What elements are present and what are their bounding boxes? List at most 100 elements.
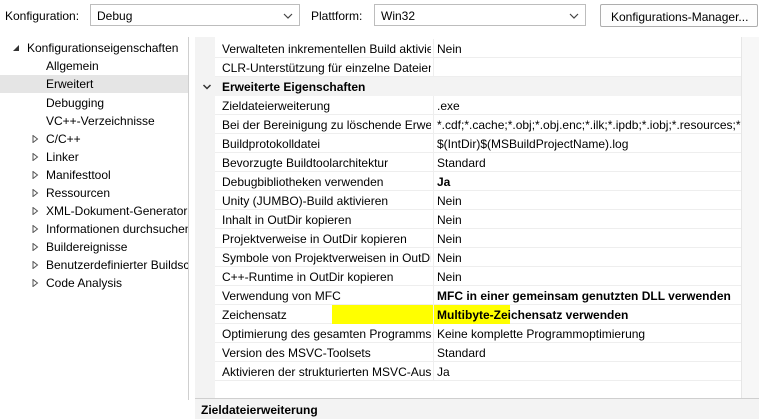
column-separator: [433, 210, 434, 229]
tree-node-label: VC++-Verzeichnisse: [46, 114, 155, 128]
property-value: Keine komplette Programmoptimierung: [437, 327, 646, 341]
property-value: Nein: [437, 251, 462, 265]
tree-node-label: Debugging: [46, 96, 105, 110]
configuration-dropdown[interactable]: Debug: [90, 4, 300, 26]
property-row[interactable]: Verwalteten inkrementellen Build aktivie…: [215, 39, 741, 58]
platform-value: Win32: [381, 9, 416, 23]
property-name: Projektverweise in OutDir kopieren: [222, 232, 407, 246]
column-separator: [433, 58, 434, 77]
property-row[interactable]: Aktivieren der strukturierten MSVC-Ausga…: [215, 362, 741, 381]
column-separator: [433, 115, 434, 134]
tree-node-label: Allgemein: [46, 59, 99, 73]
tree-node-label: Benutzerdefinierter Buildschritt: [46, 258, 188, 272]
tree-node-label: C/C++: [46, 132, 81, 146]
collapsed-triangle-icon: [32, 189, 39, 197]
property-value: Nein: [437, 194, 462, 208]
tree-node-label: Manifesttool: [46, 168, 111, 182]
tree-node-informationen-durchsuchen[interactable]: Informationen durchsuchen: [0, 220, 188, 238]
property-value: Nein: [437, 42, 462, 56]
expanded-triangle-icon: [13, 45, 19, 51]
column-separator: [433, 96, 434, 115]
column-separator: [433, 39, 434, 58]
vertical-scrollbar[interactable]: [741, 37, 759, 398]
property-row[interactable]: Verwendung von MFC MFC in einer gemeinsa…: [215, 286, 741, 305]
column-separator: [433, 229, 434, 248]
property-name: Verwalteten inkrementellen Build aktivie…: [222, 42, 431, 56]
property-row[interactable]: Projektverweise in OutDir kopieren Nein: [215, 229, 741, 248]
configuration-manager-button[interactable]: Konfigurations-Manager...: [600, 4, 758, 27]
platform-dropdown[interactable]: Win32: [374, 4, 586, 26]
property-value: Ja: [437, 175, 451, 189]
property-value: MFC in einer gemeinsam genutzten DLL ver…: [437, 289, 731, 303]
column-separator: [433, 248, 434, 267]
tree-node-linker[interactable]: Linker: [0, 148, 188, 166]
category-header[interactable]: Erweiterte Eigenschaften: [195, 77, 741, 96]
tree-node-code-analysis[interactable]: Code Analysis: [0, 274, 188, 292]
collapsed-triangle-icon: [32, 261, 39, 269]
property-row[interactable]: C++-Runtime in OutDir kopieren Nein: [215, 267, 741, 286]
collapsed-triangle-icon: [32, 135, 39, 143]
tree-node-erweitert[interactable]: Erweitert: [0, 75, 188, 93]
property-tree: Konfigurationseigenschaften Allgemein Er…: [0, 37, 188, 419]
property-row[interactable]: Version des MSVC-Toolsets Standard: [215, 343, 741, 362]
tree-node-ressourcen[interactable]: Ressourcen: [0, 184, 188, 202]
property-row[interactable]: Zieldateierweiterung .exe: [215, 96, 741, 115]
collapsed-triangle-icon: [32, 243, 39, 251]
collapsed-triangle-icon: [32, 207, 39, 215]
tree-node-manifesttool[interactable]: Manifesttool: [0, 166, 188, 184]
property-value: Standard: [437, 156, 486, 170]
tree-node-label: Code Analysis: [46, 276, 123, 290]
property-grid: Verwalteten inkrementellen Build aktivie…: [195, 37, 759, 398]
tree-node-allgemein[interactable]: Allgemein: [0, 57, 188, 75]
category-title: Erweiterte Eigenschaften: [222, 80, 366, 94]
toolbar: Konfiguration: Debug Plattform: Win32 Ko…: [0, 0, 759, 31]
tree-node-label: Ressourcen: [46, 186, 111, 200]
property-name: Debugbibliotheken verwenden: [222, 175, 384, 189]
tree-node-buildereignisse[interactable]: Buildereignisse: [0, 238, 188, 256]
tree-node-vc-verzeichnisse[interactable]: VC++-Verzeichnisse: [0, 112, 188, 130]
property-value: Nein: [437, 270, 462, 284]
property-value: Multibyte-Zeichensatz verwenden: [437, 308, 629, 322]
tree-node-cpp[interactable]: C/C++: [0, 130, 188, 148]
property-name: Optimierung des gesamten Programms: [222, 327, 431, 341]
property-name: Buildprotokolldatei: [222, 137, 321, 151]
property-row[interactable]: Inhalt in OutDir kopieren Nein: [215, 210, 741, 229]
property-row[interactable]: Symbole von Projektverweisen in OutDir k…: [215, 248, 741, 267]
tree-node-label: XML-Dokument-Generator: [46, 204, 188, 218]
tree-node-root[interactable]: Konfigurationseigenschaften: [0, 39, 188, 57]
property-row[interactable]: Unity (JUMBO)-Build aktivieren Nein: [215, 191, 741, 210]
property-name: Aktivieren der strukturierten MSVC-Ausga…: [222, 365, 431, 379]
description-title: Zieldateierweiterung: [201, 403, 318, 417]
column-separator: [433, 343, 434, 362]
property-row[interactable]: Optimierung des gesamten Programms Keine…: [215, 324, 741, 343]
property-row[interactable]: Buildprotokolldatei $(IntDir)$(MSBuildPr…: [215, 134, 741, 153]
column-separator: [433, 286, 434, 305]
property-row[interactable]: CLR-Unterstützung für einzelne Dateien: [215, 58, 741, 77]
tree-node-debugging[interactable]: Debugging: [0, 94, 188, 112]
property-name: C++-Runtime in OutDir kopieren: [222, 270, 394, 284]
property-row[interactable]: Bevorzugte Buildtoolarchitektur Standard: [215, 153, 741, 172]
property-name: Inhalt in OutDir kopieren: [222, 213, 352, 227]
column-separator: [433, 153, 434, 172]
property-name: Symbole von Projektverweisen in OutDir k…: [222, 251, 431, 265]
property-value: Ja: [437, 365, 450, 379]
pane-divider[interactable]: [188, 37, 189, 400]
column-separator: [433, 362, 434, 381]
collapsed-triangle-icon: [32, 279, 39, 287]
column-separator: [433, 134, 434, 153]
platform-label: Plattform:: [311, 9, 363, 23]
chevron-down-icon: [202, 84, 212, 90]
tree-node-label: Linker: [46, 150, 79, 164]
configuration-manager-label: Konfigurations-Manager...: [611, 10, 749, 24]
property-row[interactable]: Debugbibliotheken verwenden Ja: [215, 172, 741, 191]
property-value: $(IntDir)$(MSBuildProjectName).log: [437, 137, 629, 151]
column-separator: [433, 305, 434, 324]
tree-node-benutzerdefinierter-buildschritt[interactable]: Benutzerdefinierter Buildschritt: [0, 256, 188, 274]
property-row-zeichensatz[interactable]: Zeichensatz Multibyte-Zeichensatz verwen…: [215, 305, 741, 324]
tree-node-label: Konfigurationseigenschaften: [27, 41, 179, 55]
property-row[interactable]: Bei der Bereinigung zu löschende Erweite…: [215, 115, 741, 134]
property-value: Nein: [437, 213, 462, 227]
tree-node-xml-dokument-generator[interactable]: XML-Dokument-Generator: [0, 202, 188, 220]
property-name: Verwendung von MFC: [222, 289, 341, 303]
tree-node-label: Erweitert: [46, 77, 94, 91]
